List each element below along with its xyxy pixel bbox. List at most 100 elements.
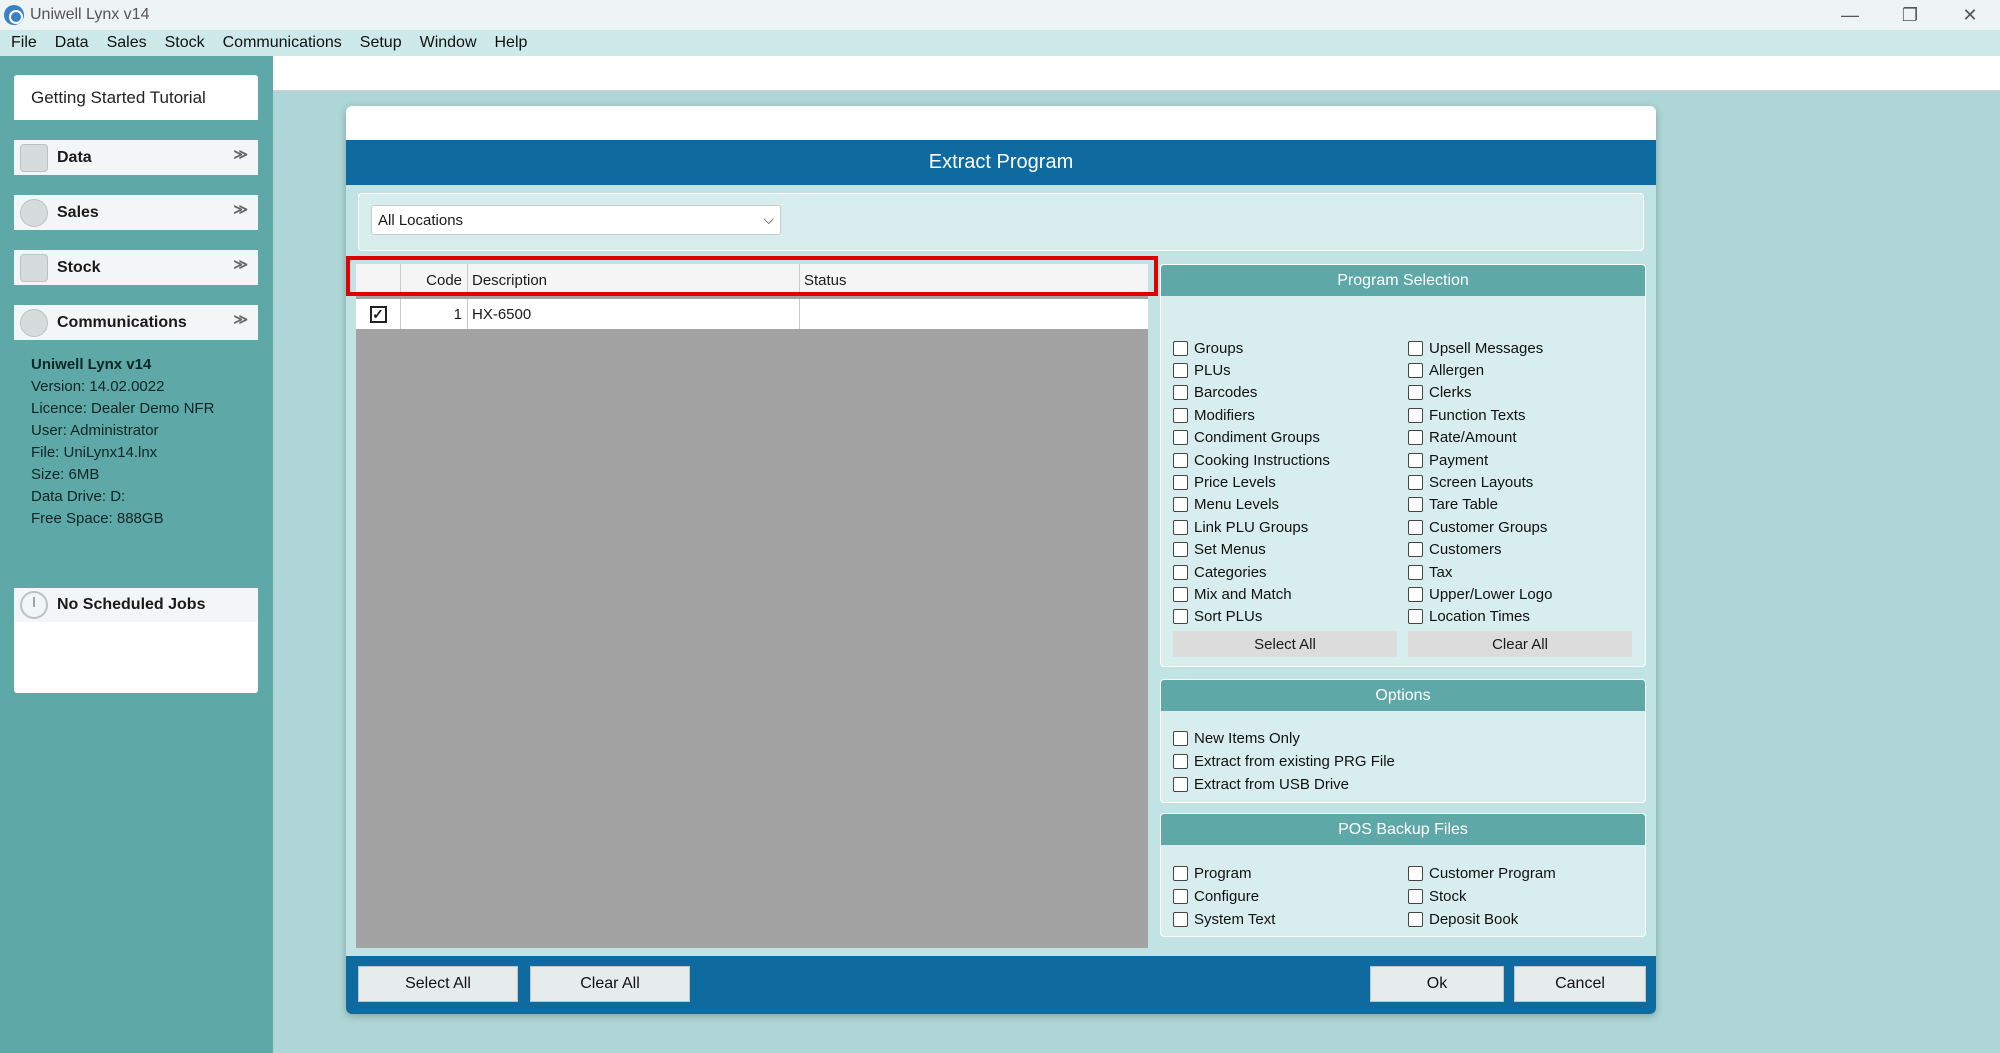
checkbox-box[interactable]	[1173, 385, 1188, 401]
chevron-down-icon[interactable]: ≫	[233, 146, 248, 163]
nav-section-stock[interactable]: Stock ≫	[14, 250, 258, 285]
checkbox-upsell-messages[interactable]: Upsell Messages	[1408, 338, 1543, 358]
checkbox-payment[interactable]: Payment	[1408, 450, 1488, 470]
location-dropdown[interactable]: All Locations ⌵	[371, 205, 781, 235]
menu-file[interactable]: File	[2, 34, 46, 52]
checkbox-screen-layouts[interactable]: Screen Layouts	[1408, 472, 1533, 492]
nav-section-sales[interactable]: Sales ≫	[14, 195, 258, 230]
checkbox-box[interactable]	[1173, 407, 1188, 423]
ok-button[interactable]: Ok	[1370, 966, 1504, 1002]
checkbox-box[interactable]	[1173, 911, 1188, 927]
checkbox-rate-amount[interactable]: Rate/Amount	[1408, 428, 1517, 448]
checkbox-box[interactable]	[1408, 911, 1423, 927]
checkbox-customer-groups[interactable]: Customer Groups	[1408, 517, 1547, 537]
checkbox-new-items-only[interactable]: New Items Only	[1173, 728, 1300, 748]
clear-all-button[interactable]: Clear All	[530, 966, 690, 1002]
checkbox-location-times[interactable]: Location Times	[1408, 607, 1530, 627]
header-description[interactable]: Description	[468, 264, 800, 296]
checkbox-box[interactable]	[1408, 564, 1423, 580]
checkbox-extract-from-usb-drive[interactable]: Extract from USB Drive	[1173, 774, 1349, 794]
menu-sales[interactable]: Sales	[98, 34, 156, 52]
checkbox-program[interactable]: Program	[1173, 863, 1252, 883]
checkbox-box[interactable]	[1408, 407, 1423, 423]
checkbox-box[interactable]	[1173, 888, 1188, 904]
checkbox-link-plu-groups[interactable]: Link PLU Groups	[1173, 517, 1308, 537]
checkbox-system-text[interactable]: System Text	[1173, 909, 1275, 929]
cancel-button[interactable]: Cancel	[1514, 966, 1646, 1002]
checkbox-box[interactable]	[1173, 519, 1188, 535]
checkbox-box[interactable]	[1173, 542, 1188, 558]
nav-section-data[interactable]: Data ≫	[14, 140, 258, 175]
checkbox-plus[interactable]: PLUs	[1173, 360, 1231, 380]
checkbox-configure[interactable]: Configure	[1173, 886, 1259, 906]
checkbox-sort-plus[interactable]: Sort PLUs	[1173, 607, 1262, 627]
checkbox-box[interactable]	[1173, 776, 1188, 792]
checkbox-stock[interactable]: Stock	[1408, 886, 1467, 906]
checkbox-checked-icon[interactable]: ✓	[369, 305, 387, 323]
checkbox-box[interactable]	[1173, 730, 1188, 746]
header-check[interactable]	[356, 264, 401, 296]
checkbox-modifiers[interactable]: Modifiers	[1173, 405, 1255, 425]
checkbox-box[interactable]	[1408, 362, 1423, 378]
checkbox-groups[interactable]: Groups	[1173, 338, 1243, 358]
checkbox-tax[interactable]: Tax	[1408, 562, 1452, 582]
checkbox-customer-program[interactable]: Customer Program	[1408, 863, 1556, 883]
checkbox-categories[interactable]: Categories	[1173, 562, 1267, 582]
checkbox-allergen[interactable]: Allergen	[1408, 360, 1484, 380]
table-row[interactable]: ✓ 1 HX-6500	[356, 299, 1148, 329]
checkbox-box[interactable]	[1408, 888, 1423, 904]
checkbox-box[interactable]	[1408, 340, 1423, 356]
scheduled-jobs[interactable]: No Scheduled Jobs	[14, 588, 258, 622]
checkbox-deposit-book[interactable]: Deposit Book	[1408, 909, 1518, 929]
checkbox-extract-from-existing-prg-file[interactable]: Extract from existing PRG File	[1173, 751, 1395, 771]
close-icon[interactable]: ✕	[1940, 0, 2000, 30]
checkbox-box[interactable]	[1408, 542, 1423, 558]
checkbox-box[interactable]	[1173, 497, 1188, 513]
checkbox-box[interactable]	[1173, 865, 1188, 881]
chevron-down-icon[interactable]: ≫	[233, 256, 248, 273]
checkbox-box[interactable]	[1408, 385, 1423, 401]
checkbox-box[interactable]	[1408, 586, 1423, 602]
checkbox-box[interactable]	[1408, 430, 1423, 446]
tutorial-link[interactable]: Getting Started Tutorial	[14, 75, 258, 120]
minimize-icon[interactable]: —	[1820, 0, 1880, 30]
checkbox-cooking-instructions[interactable]: Cooking Instructions	[1173, 450, 1330, 470]
checkbox-box[interactable]	[1408, 452, 1423, 468]
checkbox-mix-and-match[interactable]: Mix and Match	[1173, 584, 1292, 604]
menu-setup[interactable]: Setup	[351, 34, 411, 52]
checkbox-customers[interactable]: Customers	[1408, 540, 1502, 560]
header-code[interactable]: Code	[401, 264, 468, 296]
checkbox-box[interactable]	[1173, 452, 1188, 468]
checkbox-box[interactable]	[1408, 609, 1423, 625]
menu-data[interactable]: Data	[46, 34, 98, 52]
checkbox-box[interactable]	[1173, 474, 1188, 490]
checkbox-tare-table[interactable]: Tare Table	[1408, 495, 1498, 515]
restore-icon[interactable]: ❐	[1880, 0, 1940, 30]
checkbox-box[interactable]	[1408, 865, 1423, 881]
checkbox-barcodes[interactable]: Barcodes	[1173, 383, 1257, 403]
menu-window[interactable]: Window	[411, 34, 486, 52]
checkbox-box[interactable]	[1173, 609, 1188, 625]
checkbox-set-menus[interactable]: Set Menus	[1173, 540, 1266, 560]
checkbox-box[interactable]	[1408, 497, 1423, 513]
checkbox-box[interactable]	[1408, 519, 1423, 535]
checkbox-box[interactable]	[1173, 430, 1188, 446]
chevron-down-icon[interactable]: ⌵	[763, 211, 774, 228]
nav-section-communications[interactable]: Communications ≫	[14, 305, 258, 340]
chevron-down-icon[interactable]: ≫	[233, 201, 248, 218]
checkbox-upper-lower-logo[interactable]: Upper/Lower Logo	[1408, 584, 1552, 604]
checkbox-box[interactable]	[1173, 340, 1188, 356]
checkbox-price-levels[interactable]: Price Levels	[1173, 472, 1276, 492]
checkbox-function-texts[interactable]: Function Texts	[1408, 405, 1525, 425]
chevron-down-icon[interactable]: ≫	[233, 311, 248, 328]
header-status[interactable]: Status	[800, 264, 1148, 296]
menu-stock[interactable]: Stock	[156, 34, 214, 52]
checkbox-menu-levels[interactable]: Menu Levels	[1173, 495, 1279, 515]
menu-communications[interactable]: Communications	[214, 34, 351, 52]
checkbox-box[interactable]	[1408, 474, 1423, 490]
row-checkbox-cell[interactable]: ✓	[356, 299, 401, 329]
checkbox-box[interactable]	[1173, 362, 1188, 378]
checkbox-condiment-groups[interactable]: Condiment Groups	[1173, 428, 1320, 448]
select-all-button[interactable]: Select All	[358, 966, 518, 1002]
menu-help[interactable]: Help	[486, 34, 537, 52]
